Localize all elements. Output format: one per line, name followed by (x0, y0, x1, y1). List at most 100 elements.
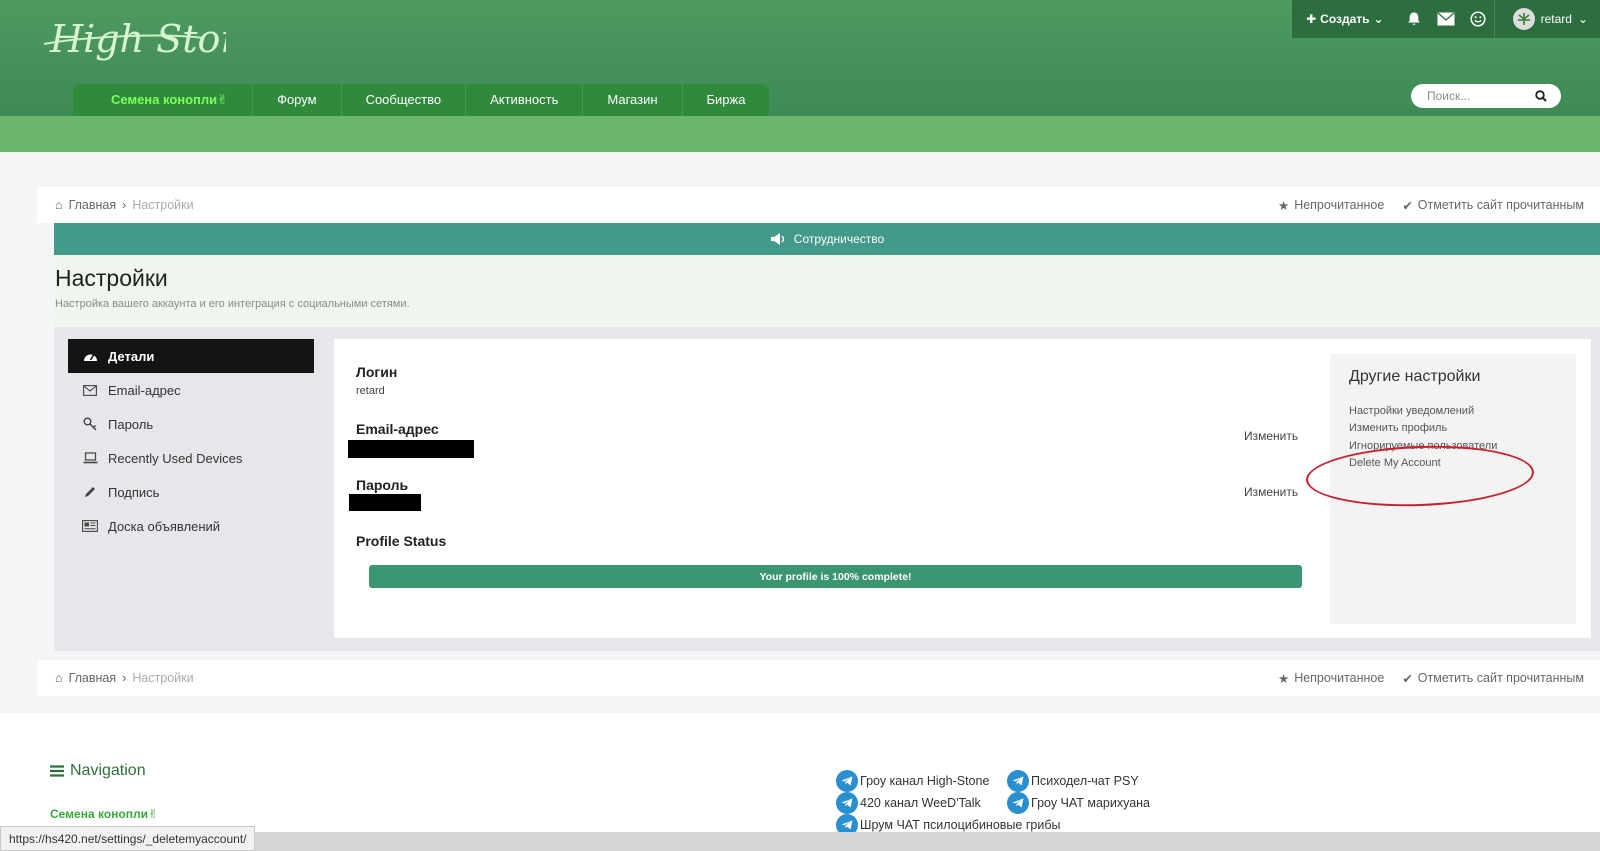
dashboard-icon (82, 348, 98, 364)
breadcrumb: ⌂ Главная › Настройки (55, 198, 194, 212)
key-icon (82, 416, 98, 432)
check-icon: ✔ (1402, 671, 1413, 686)
nav-item-exchange[interactable]: Биржа (683, 84, 770, 116)
footer-nav-title: Navigation (50, 762, 146, 780)
banner-text: Сотрудничество (793, 232, 885, 246)
plus-icon: ✚ (1306, 12, 1317, 26)
password-label: Пароль (356, 477, 409, 493)
site-logo[interactable]: High Stone (36, 2, 267, 82)
sidebar-item-details[interactable]: Детали (68, 339, 314, 373)
mark-read-label: Отметить сайт прочитанным (1417, 671, 1584, 685)
mark-read-label: Отметить сайт прочитанным (1417, 198, 1584, 212)
profile-progress-bar: Your profile is 100% complete! (369, 565, 1302, 588)
telegram-icon (836, 792, 858, 814)
bell-icon[interactable] (1398, 0, 1430, 38)
star-icon: ★ (1277, 198, 1290, 213)
telegram-link-psy-chat[interactable]: Психодел-чат PSY (1007, 770, 1139, 792)
nav-item-shop[interactable]: Магазин (583, 84, 683, 116)
profile-status-label: Profile Status (356, 533, 447, 549)
telegram-link-label: 420 канал WeeD'Talk (860, 796, 981, 810)
site-header: High Stone Семена конопли✌ Форум Сообщес… (0, 0, 1600, 116)
search-box (1411, 84, 1561, 108)
breadcrumb-actions: ★ Непрочитанное ✔ Отметить сайт прочитанны… (1278, 198, 1584, 213)
telegram-icon (1007, 792, 1029, 814)
user-menu[interactable]: retard ⌄ (1493, 0, 1600, 38)
logo-graphic: High Stone (43, 17, 267, 61)
sidebar-item-signature[interactable]: Подпись (68, 475, 314, 509)
breadcrumb-separator: › (122, 671, 127, 685)
home-icon: ⌂ (55, 671, 63, 685)
telegram-link-label: Гроу ЧАТ марихуана (1031, 796, 1151, 810)
link-url-tooltip: https://hs420.net/settings/_deletemyacco… (0, 826, 256, 851)
breadcrumb-top: ⌂ Главная › Настройки ★ Непрочитанное ✔ От… (37, 187, 1600, 223)
sidebar-item-label: Пароль (108, 416, 154, 432)
nav-item-seeds[interactable]: Семена конопли✌ (87, 84, 254, 116)
sidebar-item-label: Email-адрес (108, 382, 181, 398)
password-change-link[interactable]: Изменить (1244, 485, 1298, 499)
avatar (1512, 8, 1535, 30)
email-label: Email-адрес (356, 421, 439, 437)
search-icon[interactable] (1535, 90, 1547, 102)
progress-text: Your profile is 100% complete! (759, 570, 912, 583)
username: retard (1540, 12, 1572, 26)
sidebar-item-label: Подпись (108, 484, 160, 500)
sub-nav-bar (0, 116, 1600, 152)
sidebar-item-devices[interactable]: Recently Used Devices (68, 441, 314, 475)
unread-link[interactable]: ★ Непрочитанное (1278, 671, 1384, 686)
breadcrumb-home[interactable]: Главная (69, 671, 117, 685)
sidebar-item-email[interactable]: Email-адрес (68, 373, 314, 407)
breadcrumb: ⌂ Главная › Настройки (55, 671, 194, 685)
nav-item-activity[interactable]: Активность (466, 84, 584, 116)
cooperation-banner[interactable]: Сотрудничество (54, 223, 1600, 255)
login-value: retard (356, 385, 385, 397)
title-zone (54, 255, 1600, 328)
star-icon: ★ (1277, 671, 1290, 686)
mark-read-link[interactable]: ✔ Отметить сайт прочитанным (1402, 198, 1584, 213)
home-icon: ⌂ (55, 198, 63, 212)
other-settings-title: Другие настройки (1349, 368, 1481, 385)
menu-icon (50, 765, 64, 777)
mark-read-link[interactable]: ✔ Отметить сайт прочитанным (1402, 671, 1584, 686)
create-button[interactable]: ✚ Создать ⌄ (1292, 0, 1397, 38)
megaphone-icon (770, 233, 784, 245)
footer-nav-title-text: Navigation (70, 762, 146, 779)
unread-label: Непрочитанное (1294, 198, 1385, 212)
search-input[interactable] (1425, 88, 1535, 104)
logo-text: High Stone (49, 17, 226, 61)
telegram-icon (836, 770, 858, 792)
page-description: Настройка вашего аккаунта и его интеграц… (55, 298, 410, 310)
redacted-email (348, 440, 474, 458)
page-title: Настройки (55, 265, 168, 291)
breadcrumb-current[interactable]: Настройки (132, 671, 193, 685)
sidebar-item-label: Recently Used Devices (108, 450, 243, 466)
login-label: Логин (356, 364, 398, 380)
breadcrumb-current[interactable]: Настройки (132, 198, 193, 212)
email-change-link[interactable]: Изменить (1244, 429, 1298, 443)
sidebar-item-password[interactable]: Пароль (68, 407, 314, 441)
edit-profile-link[interactable]: Изменить профиль (1349, 422, 1447, 434)
telegram-link-label: Шрум ЧАТ псилоцибиновые грибы (860, 818, 1061, 832)
sidebar-item-label: Доска объявлений (108, 518, 221, 534)
chevron-down-icon: ⌄ (1577, 12, 1588, 26)
smiley-icon[interactable] (1462, 0, 1494, 38)
sidebar-item-label: Детали (108, 348, 155, 364)
create-label: Создать (1320, 12, 1370, 26)
telegram-link-grow-chat[interactable]: Гроу ЧАТ марихуана (1007, 792, 1150, 814)
telegram-link-weedtalk[interactable]: 420 канал WeeD'Talk (836, 792, 981, 814)
breadcrumb-home[interactable]: Главная (69, 198, 117, 212)
notification-settings-link[interactable]: Настройки уведомлений (1349, 405, 1474, 417)
chevron-down-icon: ⌄ (1373, 12, 1384, 26)
telegram-link-grow-channel[interactable]: Гроу канал High-Stone (836, 770, 989, 792)
breadcrumb-actions: ★ Непрочитанное ✔ Отметить сайт прочитанны… (1278, 671, 1584, 686)
envelope-icon[interactable] (1430, 0, 1462, 38)
check-icon: ✔ (1402, 198, 1413, 213)
redacted-password (349, 494, 421, 511)
breadcrumb-separator: › (122, 198, 127, 212)
footer-nav-link-seeds[interactable]: Семена конопли✌ (50, 807, 158, 821)
telegram-link-label: Психодел-чат PSY (1031, 774, 1139, 788)
nav-item-forum[interactable]: Форум (253, 84, 342, 116)
unread-link[interactable]: ★ Непрочитанное (1278, 198, 1384, 213)
main-nav: Семена конопли✌ Форум Сообщество Активно… (73, 84, 770, 116)
sidebar-item-classifieds[interactable]: Доска объявлений (68, 509, 314, 543)
nav-item-community[interactable]: Сообщество (342, 84, 467, 116)
